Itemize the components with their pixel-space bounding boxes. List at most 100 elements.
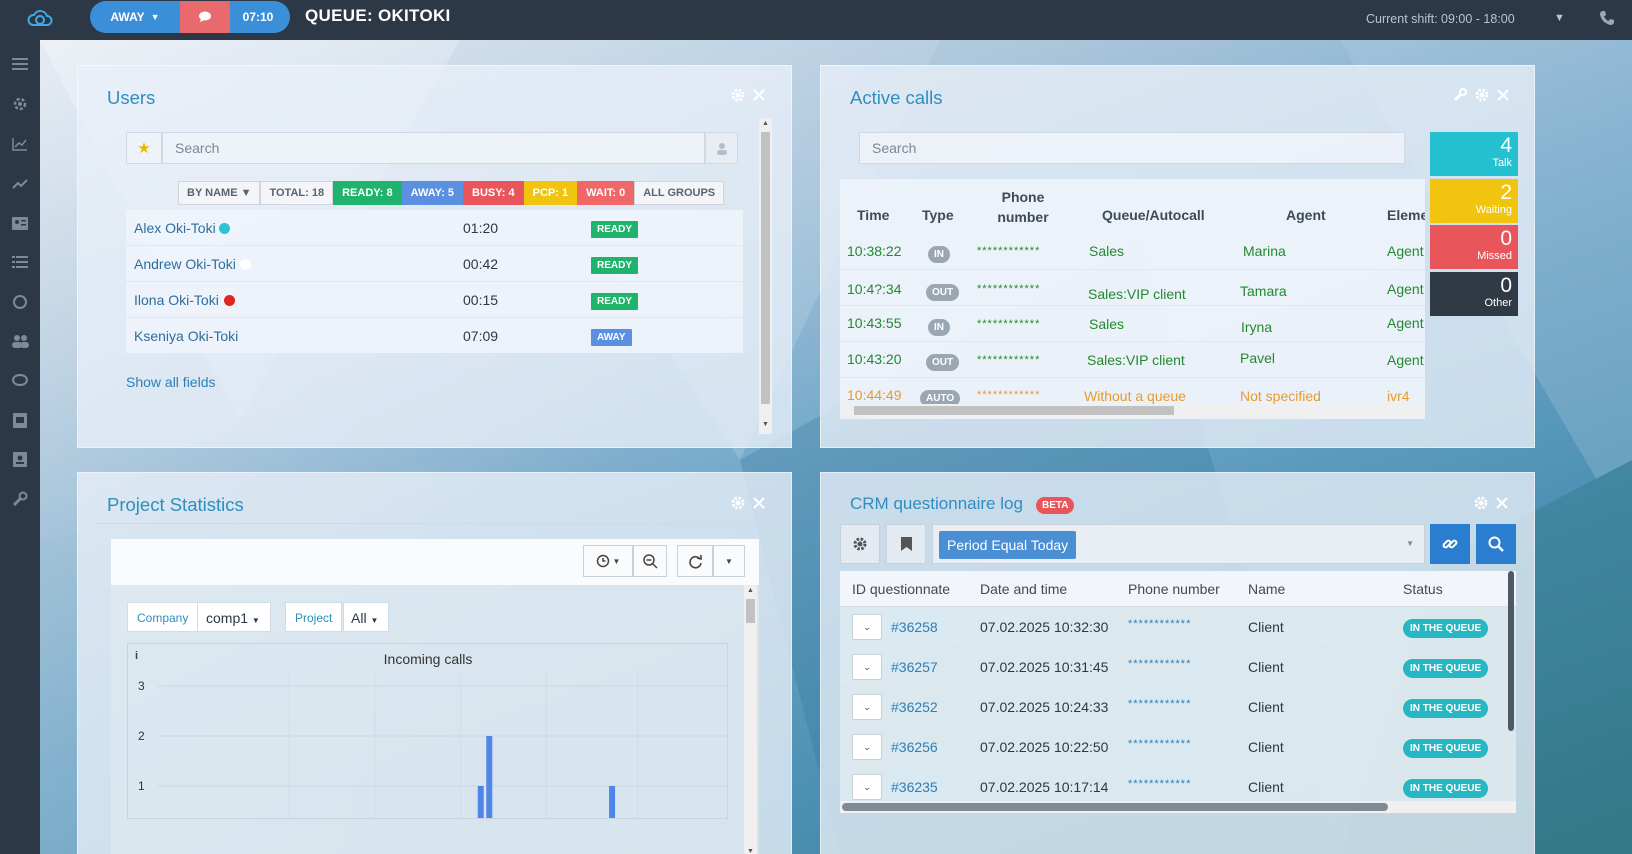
crm-vertical-scrollbar[interactable] xyxy=(1508,571,1514,731)
filter-wait[interactable]: WAIT: 0 xyxy=(577,181,635,205)
user-search-button[interactable] xyxy=(705,132,738,164)
crm-row[interactable]: ⌄ #36257 07.02.2025 10:31:45 ***********… xyxy=(840,647,1516,687)
close-icon[interactable] xyxy=(1497,89,1509,101)
filter-total[interactable]: TOTAL: 18 xyxy=(260,181,334,205)
filter-busy[interactable]: BUSY: 4 xyxy=(463,181,524,205)
analytics-icon[interactable] xyxy=(7,133,33,155)
user-row[interactable]: Kseniya Oki-Toki 07:09 AWAY xyxy=(126,318,743,354)
gear-icon[interactable] xyxy=(731,496,745,510)
contact-card-icon[interactable] xyxy=(7,212,33,234)
questionnaire-id-link[interactable]: #36258 xyxy=(891,619,938,635)
scroll-thumb[interactable] xyxy=(854,406,1174,415)
expand-row-button[interactable]: ⌄ xyxy=(852,694,882,720)
filter-chip[interactable]: Period Equal Today xyxy=(939,531,1077,559)
scroll-thumb[interactable] xyxy=(842,803,1388,811)
filter-away[interactable]: AWAY: 5 xyxy=(401,181,464,205)
wrench-icon[interactable] xyxy=(1453,88,1467,102)
col-agent[interactable]: Agent xyxy=(1286,207,1326,223)
settings-icon[interactable] xyxy=(7,93,33,115)
waiting-tile[interactable]: 2 Waiting xyxy=(1430,179,1518,223)
crm-row[interactable]: ⌄ #36252 07.02.2025 10:24:33 ***********… xyxy=(840,687,1516,727)
company-select[interactable]: comp1 ▼ xyxy=(197,602,271,632)
col-type[interactable]: Type xyxy=(922,207,954,223)
chart-bar[interactable] xyxy=(609,786,616,819)
gear-icon[interactable] xyxy=(1475,88,1489,102)
scroll-thumb[interactable] xyxy=(761,132,770,404)
chat-icon[interactable] xyxy=(7,370,33,392)
users-scrollbar[interactable]: ▲ ▼ xyxy=(759,118,772,434)
shift-chevron-down-icon[interactable]: ▼ xyxy=(1554,12,1565,24)
wrench-icon[interactable] xyxy=(7,488,33,510)
phone-icon[interactable] xyxy=(1598,9,1616,27)
gear-icon[interactable] xyxy=(731,88,745,102)
questionnaire-id-link[interactable]: #36252 xyxy=(891,699,938,715)
col-name[interactable]: Name xyxy=(1248,581,1285,597)
trend-icon[interactable] xyxy=(7,173,33,195)
filter-pcp[interactable]: PCP: 1 xyxy=(523,181,578,205)
close-icon[interactable] xyxy=(753,89,765,101)
user-row[interactable]: Andrew Oki-Toki 00:42 READY xyxy=(126,246,743,282)
menu-icon[interactable] xyxy=(7,53,33,75)
crm-horizontal-scrollbar[interactable] xyxy=(840,801,1516,813)
col-phone[interactable]: Phone number xyxy=(992,187,1054,227)
crm-row[interactable]: ⌄ #36256 07.02.2025 10:22:50 ***********… xyxy=(840,727,1516,767)
users-icon[interactable] xyxy=(7,330,33,352)
expand-row-button[interactable]: ⌄ xyxy=(852,774,882,800)
info-icon[interactable]: i xyxy=(135,650,138,662)
questionnaire-id-link[interactable]: #36235 xyxy=(891,779,938,795)
calls-search-input[interactable]: Search xyxy=(859,132,1405,164)
list-icon[interactable] xyxy=(7,251,33,273)
crm-row[interactable]: ⌄ #36258 07.02.2025 10:32:30 ***********… xyxy=(840,607,1516,647)
missed-tile[interactable]: 0 Missed xyxy=(1430,225,1518,269)
chart-bar[interactable] xyxy=(477,786,484,819)
col-element[interactable]: Eleme xyxy=(1387,207,1425,223)
chat-button[interactable] xyxy=(180,1,230,33)
chart-bar[interactable] xyxy=(486,736,493,819)
phone-book-icon[interactable] xyxy=(7,409,33,431)
show-all-fields-link[interactable]: Show all fields xyxy=(126,374,216,390)
circle-icon[interactable] xyxy=(7,291,33,313)
refresh-button[interactable] xyxy=(677,545,713,577)
other-tile[interactable]: 0 Other xyxy=(1430,272,1518,316)
scroll-thumb[interactable] xyxy=(746,599,755,623)
questionnaire-id-link[interactable]: #36257 xyxy=(891,659,938,675)
search-button[interactable] xyxy=(1476,524,1516,564)
col-time[interactable]: Time xyxy=(857,207,889,223)
call-row[interactable]: 10:4?:34 OUT ************ Sales:VIP clie… xyxy=(840,270,1425,306)
user-row[interactable]: Alex Oki-Toki 01:20 READY xyxy=(126,210,743,246)
crm-bookmark-button[interactable] xyxy=(886,524,926,564)
scroll-down-arrow[interactable]: ▼ xyxy=(762,421,769,428)
project-select[interactable]: All ▼ xyxy=(343,602,389,632)
expand-row-button[interactable]: ⌄ xyxy=(852,614,882,640)
user-row[interactable]: Ilona Oki-Toki 00:15 READY xyxy=(126,282,743,318)
scroll-up-arrow[interactable]: ▲ xyxy=(762,120,769,127)
filter-by-name[interactable]: BY NAME ▼ xyxy=(178,181,261,205)
expand-row-button[interactable]: ⌄ xyxy=(852,734,882,760)
col-date[interactable]: Date and time xyxy=(980,581,1067,597)
refresh-options-button[interactable]: ▼ xyxy=(713,545,745,577)
col-phone[interactable]: Phone number xyxy=(1128,581,1220,597)
scroll-up-arrow[interactable]: ▲ xyxy=(747,587,754,594)
col-queue[interactable]: Queue/Autocall xyxy=(1102,207,1205,223)
filter-ready[interactable]: READY: 8 xyxy=(333,181,402,205)
call-row[interactable]: 10:43:20 OUT ************ Sales:VIP clie… xyxy=(840,342,1425,378)
expand-row-button[interactable]: ⌄ xyxy=(852,654,882,680)
col-status[interactable]: Status xyxy=(1403,581,1443,597)
call-row[interactable]: 10:43:55 IN ************ Sales Iryna Age… xyxy=(840,306,1425,342)
scroll-down-arrow[interactable]: ▼ xyxy=(747,848,754,854)
close-icon[interactable] xyxy=(1496,497,1508,509)
contacts-icon[interactable] xyxy=(7,448,33,470)
filter-all-groups[interactable]: ALL GROUPS xyxy=(634,181,725,205)
stats-scrollbar[interactable]: ▲ ▼ xyxy=(744,585,757,854)
chevron-down-icon[interactable]: ▼ xyxy=(1406,539,1414,548)
crm-settings-button[interactable] xyxy=(840,524,880,564)
calls-horizontal-scrollbar[interactable] xyxy=(840,404,1425,417)
time-range-button[interactable]: ▼ xyxy=(583,545,633,577)
gear-icon[interactable] xyxy=(1474,496,1488,510)
close-icon[interactable] xyxy=(753,497,765,509)
status-dropdown[interactable]: AWAY ▼ xyxy=(90,1,180,33)
questionnaire-id-link[interactable]: #36256 xyxy=(891,739,938,755)
link-button[interactable] xyxy=(1430,524,1470,564)
crm-filter-field[interactable]: Period Equal Today ▼ xyxy=(932,524,1425,564)
talk-tile[interactable]: 4 Talk xyxy=(1430,132,1518,176)
